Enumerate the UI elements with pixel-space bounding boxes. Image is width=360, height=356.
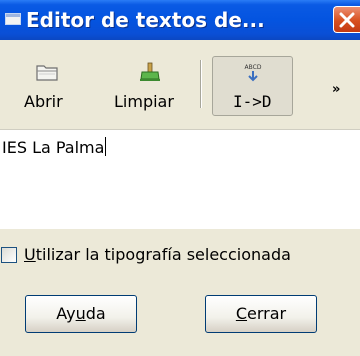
close-window-button[interactable] <box>333 6 360 33</box>
dialog-window: Editor de textos de... Abrir Limpiar ABC… <box>0 0 360 356</box>
direction-button[interactable]: ABCD I->D <box>212 56 293 116</box>
title-bar[interactable]: Editor de textos de... <box>0 0 360 40</box>
use-font-checkbox-label[interactable]: Utilizar la tipografía seleccionada <box>24 245 291 264</box>
text-editor-value: IES La Palma <box>2 137 107 157</box>
direction-button-label: I->D <box>233 92 272 111</box>
close-icon <box>339 12 355 28</box>
help-button[interactable]: Ayuda <box>25 295 137 333</box>
open-folder-icon <box>36 65 58 81</box>
open-button[interactable]: Abrir <box>16 56 72 116</box>
direction-icon-caption: ABCD <box>245 64 262 71</box>
clear-button[interactable]: Limpiar <box>108 56 188 116</box>
toolbar: Abrir Limpiar ABCD I->D » <box>0 40 360 128</box>
text-editor[interactable]: IES La Palma <box>0 129 360 229</box>
toolbar-overflow-chevron[interactable]: » <box>332 82 340 97</box>
window-title: Editor de textos de... <box>26 8 265 32</box>
toolbar-separator <box>200 60 202 108</box>
use-font-checkbox[interactable] <box>1 247 17 263</box>
close-button[interactable]: Cerrar <box>205 295 317 333</box>
text-caret <box>105 137 107 156</box>
open-button-label: Abrir <box>24 92 63 111</box>
window-icon <box>5 13 21 25</box>
text-direction-icon: ABCD <box>245 64 262 82</box>
clear-button-label: Limpiar <box>114 92 174 111</box>
broom-icon <box>140 62 160 81</box>
